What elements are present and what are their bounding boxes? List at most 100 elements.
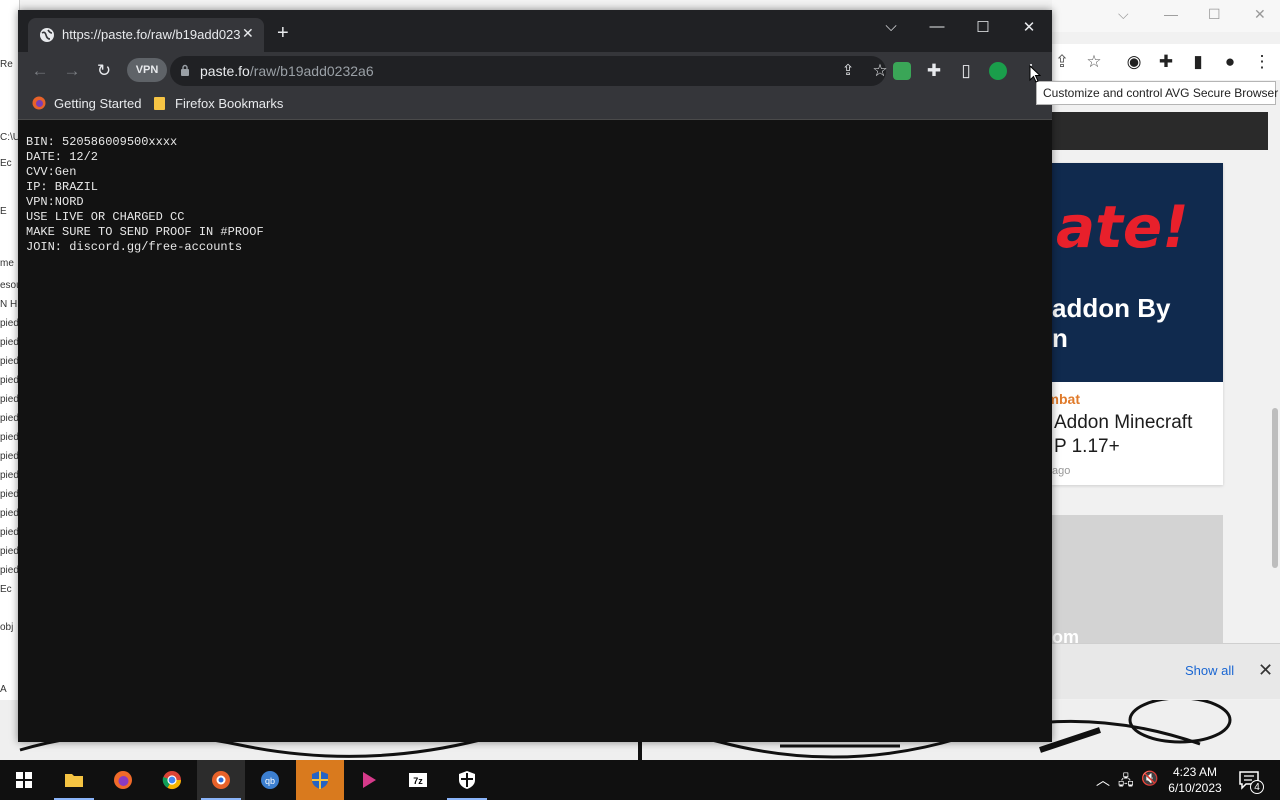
fragment-text: E bbox=[0, 206, 7, 217]
thumbnail-subtext: addon By n bbox=[1052, 293, 1171, 353]
paste-line: MAKE SURE TO SEND PROOF IN #PROOF bbox=[26, 225, 264, 239]
taskbar-qbittorrent[interactable]: qb bbox=[246, 760, 294, 800]
avg-shield-icon[interactable] bbox=[989, 62, 1007, 80]
url-host: paste.fo bbox=[200, 63, 250, 79]
paste-text: BIN: 520586009500xxxx DATE: 12/2 CVV:Gen IP… bbox=[26, 135, 264, 255]
fragment-text: pied bbox=[0, 565, 19, 576]
windows-logo-icon bbox=[16, 772, 32, 788]
sidepanel-icon[interactable]: ▮ bbox=[1188, 52, 1208, 72]
svg-text:qb: qb bbox=[265, 776, 275, 786]
minimize-icon[interactable]: — bbox=[927, 18, 947, 35]
close-icon[interactable]: ✕ bbox=[1254, 6, 1266, 23]
bookmark-star-icon[interactable]: ☆ bbox=[870, 61, 890, 81]
maximize-icon[interactable]: ☐ bbox=[1208, 6, 1221, 23]
tab-active[interactable]: https://paste.fo/raw/b19add0232a6 ✕ bbox=[28, 18, 264, 52]
network-icon[interactable]: 🖧 bbox=[1118, 770, 1134, 794]
fragment-text: pied bbox=[0, 489, 19, 500]
article-card-2[interactable]: om bbox=[1052, 515, 1223, 647]
7zip-icon: 7z bbox=[409, 773, 427, 787]
taskbar-windows-security[interactable] bbox=[443, 760, 491, 800]
tab-strip: https://paste.fo/raw/b19add0232a6 ✕ + ⌵ … bbox=[18, 10, 1052, 52]
background-window-edge: Re C:\U Ec E me esou N H pied pied pied … bbox=[0, 0, 20, 760]
chevron-down-icon[interactable]: ⌵ bbox=[1118, 6, 1129, 23]
notification-count-badge: 4 bbox=[1250, 780, 1264, 794]
globe-icon bbox=[40, 28, 54, 42]
fragment-text: pied bbox=[0, 375, 19, 386]
show-all-link[interactable]: Show all bbox=[1185, 663, 1234, 678]
maximize-icon[interactable]: ☐ bbox=[973, 18, 993, 36]
fragment-text: pied bbox=[0, 527, 19, 538]
star-icon[interactable]: ☆ bbox=[1084, 52, 1104, 72]
menu-icon[interactable]: ⋮ bbox=[1252, 52, 1272, 72]
paste-line: BIN: 520586009500xxxx bbox=[26, 135, 178, 149]
svg-text:7z: 7z bbox=[413, 776, 423, 786]
play-icon bbox=[363, 772, 376, 788]
background-titlebar: ⌵ — ☐ ✕ bbox=[1052, 0, 1280, 32]
share-icon[interactable]: ⇪ bbox=[1052, 52, 1072, 72]
browser-window: https://paste.fo/raw/b19add0232a6 ✕ + ⌵ … bbox=[18, 10, 1052, 742]
bookmark-firefox-bookmarks[interactable]: Firefox Bookmarks bbox=[153, 96, 283, 111]
close-window-icon[interactable]: ✕ bbox=[1019, 18, 1039, 36]
paste-line: USE LIVE OR CHARGED CC bbox=[26, 210, 185, 224]
taskbar-7zip[interactable]: 7z bbox=[394, 760, 442, 800]
show-hidden-icons-icon[interactable]: ︿ bbox=[1096, 770, 1110, 790]
bookmarks-bar: Getting Started Firefox Bookmarks bbox=[18, 90, 1052, 120]
taskbar: qb 7z ︿ 🖧 🔇 4:23 AM 6/10/2023 4 bbox=[0, 760, 1280, 800]
puzzle-icon[interactable]: ✚ bbox=[1156, 52, 1176, 72]
url-path: /raw/b19add0232a6 bbox=[249, 63, 374, 79]
share-icon[interactable]: ⇪ bbox=[838, 61, 858, 81]
article-card[interactable]: ate! addon By n ombat Addon Minecraft P … bbox=[1052, 163, 1223, 485]
taskbar-avg-secure-browser[interactable] bbox=[197, 760, 245, 800]
tab-close-icon[interactable]: ✕ bbox=[242, 25, 254, 42]
start-button[interactable] bbox=[0, 760, 48, 800]
profile-icon[interactable]: ● bbox=[1220, 52, 1240, 72]
taskbar-file-explorer[interactable] bbox=[50, 760, 98, 800]
paste-line: VPN:NORD bbox=[26, 195, 84, 209]
folder-icon bbox=[65, 774, 83, 787]
article-title[interactable]: Addon Minecraft P 1.17+ bbox=[1054, 411, 1219, 459]
fragment-text: pied bbox=[0, 546, 19, 557]
mouse-cursor-icon bbox=[1029, 65, 1041, 83]
reload-icon[interactable]: ↻ bbox=[94, 61, 114, 81]
clock-date: 6/10/2023 bbox=[1168, 781, 1222, 795]
bookmark-getting-started[interactable]: Getting Started bbox=[32, 96, 141, 111]
vpn-button[interactable]: VPN bbox=[127, 58, 167, 82]
fragment-text: Ec bbox=[0, 584, 12, 595]
sidepanel-icon[interactable]: ▯ bbox=[956, 61, 976, 81]
paste-line: CVV:Gen bbox=[26, 165, 77, 179]
article-category[interactable]: ombat bbox=[1052, 391, 1080, 407]
tab-search-icon[interactable]: ⌵ bbox=[881, 18, 901, 35]
background-header-bar bbox=[1052, 112, 1268, 150]
lock-icon[interactable] bbox=[180, 64, 190, 76]
bookmark-label: Getting Started bbox=[54, 96, 142, 111]
download-bar: Show all ✕ bbox=[1052, 643, 1280, 699]
article-time: ago bbox=[1052, 465, 1071, 477]
fragment-text: pied bbox=[0, 470, 19, 481]
fragment-text: C:\U bbox=[0, 132, 20, 143]
extension-badge-icon[interactable]: ◉ bbox=[1124, 52, 1144, 72]
system-clock[interactable]: 4:23 AM 6/10/2023 bbox=[1165, 764, 1225, 796]
password-extension-icon[interactable] bbox=[893, 62, 911, 80]
clock-time: 4:23 AM bbox=[1172, 765, 1218, 779]
new-tab-button[interactable]: + bbox=[277, 23, 289, 43]
paste-line: JOIN: discord.gg/free-accounts bbox=[26, 240, 243, 254]
scrollbar[interactable] bbox=[1272, 408, 1278, 568]
url-text[interactable]: paste.fo/raw/b19add0232a6 bbox=[200, 63, 374, 79]
tab-title: https://paste.fo/raw/b19add0232a6 bbox=[62, 27, 240, 42]
close-icon[interactable]: ✕ bbox=[1258, 660, 1273, 681]
back-icon[interactable]: ← bbox=[30, 61, 50, 81]
taskbar-media-player[interactable] bbox=[345, 760, 393, 800]
taskbar-security-shield[interactable] bbox=[296, 760, 344, 800]
forward-icon[interactable]: → bbox=[62, 61, 82, 81]
address-bar[interactable]: paste.fo/raw/b19add0232a6 ⇪ ☆ bbox=[170, 56, 888, 86]
fragment-text: A bbox=[0, 684, 7, 695]
puzzle-icon[interactable]: ✚ bbox=[924, 61, 944, 81]
qbittorrent-icon: qb bbox=[261, 771, 279, 789]
taskbar-chrome[interactable] bbox=[148, 760, 196, 800]
fragment-text: pied bbox=[0, 413, 19, 424]
firefox-icon bbox=[114, 771, 132, 789]
minimize-icon[interactable]: — bbox=[1164, 6, 1178, 22]
fragment-text: pied bbox=[0, 508, 19, 519]
taskbar-firefox[interactable] bbox=[99, 760, 147, 800]
volume-muted-icon[interactable]: 🔇 bbox=[1141, 770, 1158, 787]
